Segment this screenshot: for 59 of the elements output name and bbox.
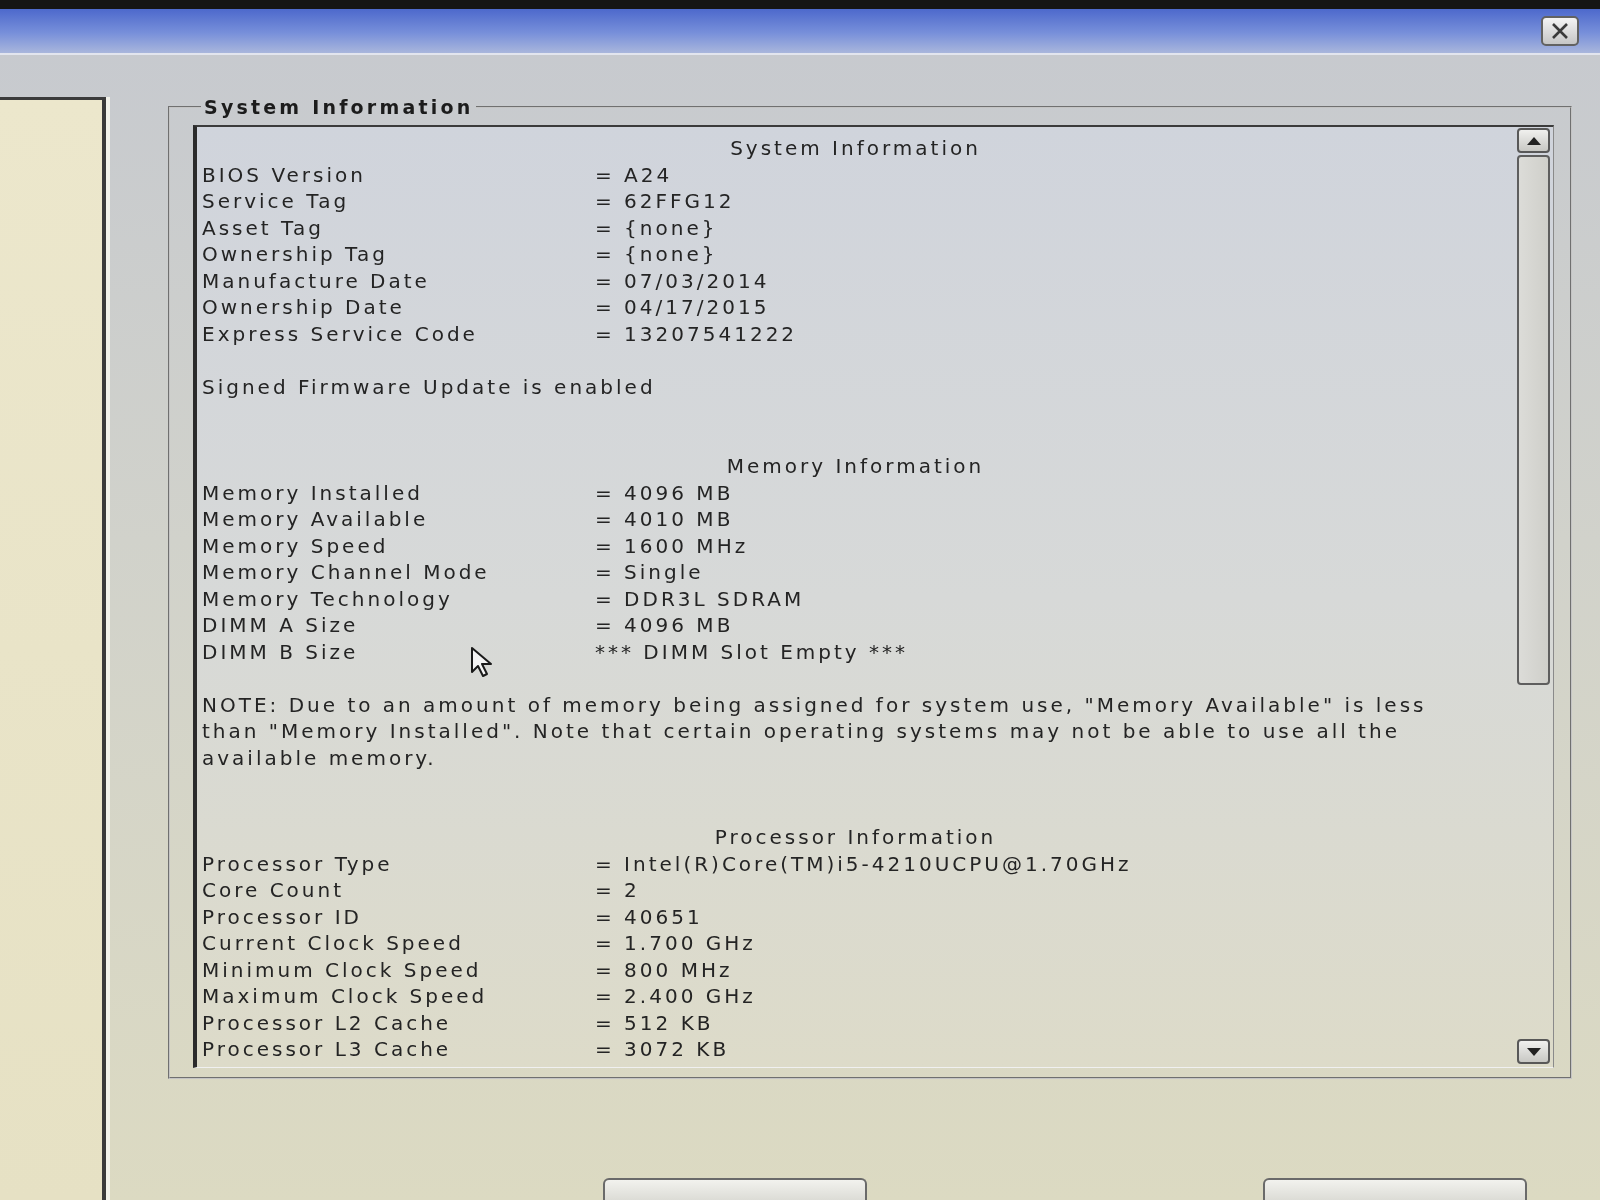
section-heading: System Information <box>730 135 981 162</box>
dialog-button[interactable] <box>1263 1178 1527 1200</box>
field-label: Memory Speed <box>202 532 389 559</box>
field-label: Current Clock Speed <box>202 930 464 957</box>
field-value: = 4096 MB <box>595 612 734 639</box>
field-value: = 512 KB <box>595 1009 714 1036</box>
field-label: Maximum Clock Speed <box>202 983 488 1010</box>
field-value: = 4096 MB <box>595 479 734 506</box>
field-value: = 62FFG12 <box>595 188 735 215</box>
field-label: Memory Installed <box>202 479 423 506</box>
scroll-down-button[interactable] <box>1517 1039 1550 1064</box>
section-heading: Processor Information <box>714 824 997 851</box>
field-label: Ownership Date <box>202 294 405 321</box>
field-value: = 1.700 GHz <box>595 930 756 957</box>
note-text: NOTE: Due to an amount of memory being assigned for system use, "Memory Available" is less than "Memory Installed". Note that certain operating systems may not be able to use all the available memory. <box>202 691 1428 771</box>
field-label: Core Count <box>202 877 345 904</box>
field-value: = 07/03/2014 <box>595 267 770 294</box>
section-heading: Memory Information <box>726 453 985 480</box>
close-icon <box>1551 23 1569 39</box>
field-label: Minimum Clock Speed <box>202 956 482 983</box>
field-label: Processor L2 Cache <box>202 1009 452 1036</box>
dialog-button[interactable] <box>603 1178 867 1200</box>
field-label: Asset Tag <box>202 214 324 241</box>
field-label: Processor L3 Cache <box>202 1036 452 1063</box>
field-label: BIOS Version <box>202 161 366 188</box>
field-value: = 04/17/2015 <box>595 294 770 321</box>
down-arrow-icon <box>1526 1047 1541 1056</box>
field-label: DIMM B Size <box>202 638 359 665</box>
field-label: Memory Available <box>202 506 429 533</box>
field-value: = 2.400 GHz <box>595 983 756 1010</box>
group-title: System Information <box>203 95 475 119</box>
field-label: Processor ID <box>202 903 362 930</box>
field-value: *** DIMM Slot Empty *** <box>595 638 909 665</box>
field-value: = {none} <box>595 241 718 268</box>
up-arrow-icon <box>1526 136 1541 145</box>
field-label: Memory Technology <box>202 585 453 612</box>
field-label: Service Tag <box>202 188 350 215</box>
field-value: = 2 <box>595 877 640 904</box>
field-value: = Intel(R)Core(TM)i5-4210UCPU@1.70GHz <box>595 850 1132 877</box>
scroll-up-button[interactable] <box>1517 128 1550 153</box>
field-value: = 800 MHz <box>595 956 733 983</box>
field-label: DIMM A Size <box>202 612 359 639</box>
field-value: = 1600 MHz <box>595 532 749 559</box>
field-value: = A24 <box>595 161 673 188</box>
close-button[interactable] <box>1541 16 1579 46</box>
field-value: = 3072 KB <box>595 1036 730 1063</box>
field-label: Ownership Tag <box>202 241 388 268</box>
field-value: = DDR3L SDRAM <box>595 585 805 612</box>
note-text: Signed Firmware Update is enabled <box>202 373 656 400</box>
field-value: = 40651 <box>595 903 703 930</box>
field-label: Memory Channel Mode <box>202 559 490 586</box>
field-value: = 4010 MB <box>595 506 734 533</box>
field-label: Manufacture Date <box>202 267 430 294</box>
field-label: Processor Type <box>202 850 393 877</box>
scrollbar-thumb[interactable] <box>1517 155 1550 685</box>
field-label: Express Service Code <box>202 320 478 347</box>
field-value: = {none} <box>595 214 718 241</box>
field-value: = Single <box>595 559 704 586</box>
field-value: = 13207541222 <box>595 320 798 347</box>
